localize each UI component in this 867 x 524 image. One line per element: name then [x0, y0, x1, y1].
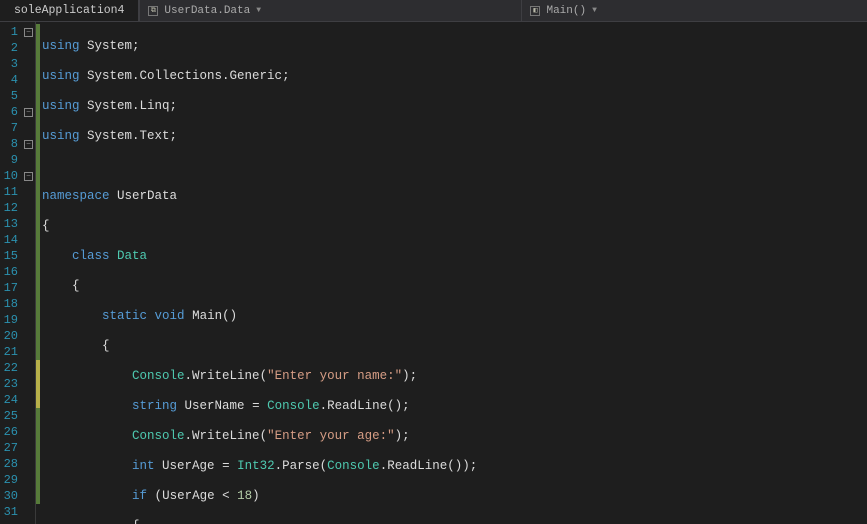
- line-number: 12: [0, 200, 18, 216]
- fold-cell[interactable]: [22, 88, 35, 104]
- nav-class-label: UserData.Data: [164, 5, 250, 17]
- fold-cell[interactable]: [22, 504, 35, 520]
- fold-cell[interactable]: −: [22, 136, 35, 152]
- code-editor[interactable]: 1234567891011121314151617181920212223242…: [0, 22, 867, 524]
- fold-cell[interactable]: [22, 440, 35, 456]
- line-number: 21: [0, 344, 18, 360]
- fold-cell[interactable]: [22, 424, 35, 440]
- fold-cell[interactable]: [22, 456, 35, 472]
- line-number: 10: [0, 168, 18, 184]
- line-number: 5: [0, 88, 18, 104]
- fold-cell[interactable]: [22, 360, 35, 376]
- fold-cell[interactable]: [22, 312, 35, 328]
- fold-cell[interactable]: [22, 472, 35, 488]
- file-tab[interactable]: soleApplication4: [0, 0, 138, 21]
- fold-cell[interactable]: [22, 296, 35, 312]
- fold-cell[interactable]: [22, 344, 35, 360]
- fold-cell[interactable]: [22, 328, 35, 344]
- line-number: 15: [0, 248, 18, 264]
- nav-method-label: Main(): [546, 5, 586, 17]
- fold-cell[interactable]: [22, 408, 35, 424]
- fold-cell[interactable]: [22, 488, 35, 504]
- fold-cell[interactable]: [22, 56, 35, 72]
- fold-cell[interactable]: [22, 120, 35, 136]
- line-number: 6: [0, 104, 18, 120]
- line-number: 19: [0, 312, 18, 328]
- nav-class-dropdown[interactable]: ⧉ UserData.Data ▼: [139, 0, 521, 21]
- fold-cell[interactable]: [22, 264, 35, 280]
- line-number: 23: [0, 376, 18, 392]
- fold-toggle-icon[interactable]: −: [24, 172, 33, 181]
- line-number: 27: [0, 440, 18, 456]
- line-number: 7: [0, 120, 18, 136]
- line-number: 8: [0, 136, 18, 152]
- line-number: 3: [0, 56, 18, 72]
- fold-cell[interactable]: [22, 184, 35, 200]
- line-number: 25: [0, 408, 18, 424]
- fold-cell[interactable]: [22, 392, 35, 408]
- chevron-down-icon: ▼: [592, 6, 597, 15]
- line-number-gutter: 1234567891011121314151617181920212223242…: [0, 22, 22, 524]
- line-number: 1: [0, 24, 18, 40]
- line-number: 2: [0, 40, 18, 56]
- fold-cell[interactable]: [22, 216, 35, 232]
- window-header: soleApplication4 ⧉ UserData.Data ▼ ◧ Mai…: [0, 0, 867, 22]
- line-number: 18: [0, 296, 18, 312]
- fold-toggle-icon[interactable]: −: [24, 140, 33, 149]
- line-number: 13: [0, 216, 18, 232]
- class-icon: ⧉: [148, 6, 158, 16]
- line-number: 11: [0, 184, 18, 200]
- method-icon: ◧: [530, 6, 540, 16]
- fold-toggle-icon[interactable]: −: [24, 108, 33, 117]
- nav-method-dropdown[interactable]: ◧ Main() ▼: [521, 0, 867, 21]
- line-number: 22: [0, 360, 18, 376]
- fold-cell[interactable]: [22, 376, 35, 392]
- fold-cell[interactable]: [22, 72, 35, 88]
- tab-label: soleApplication4: [14, 4, 124, 17]
- fold-cell[interactable]: [22, 200, 35, 216]
- line-number: 14: [0, 232, 18, 248]
- fold-cell[interactable]: [22, 280, 35, 296]
- fold-toggle-icon[interactable]: −: [24, 28, 33, 37]
- line-number: 30: [0, 488, 18, 504]
- line-number: 20: [0, 328, 18, 344]
- line-number: 17: [0, 280, 18, 296]
- line-number: 31: [0, 504, 18, 520]
- fold-cell[interactable]: [22, 248, 35, 264]
- fold-cell[interactable]: −: [22, 104, 35, 120]
- line-number: 9: [0, 152, 18, 168]
- fold-cell[interactable]: −: [22, 168, 35, 184]
- line-number: 4: [0, 72, 18, 88]
- line-number: 26: [0, 424, 18, 440]
- fold-cell[interactable]: [22, 40, 35, 56]
- fold-cell[interactable]: [22, 232, 35, 248]
- line-number: 28: [0, 456, 18, 472]
- line-number: 29: [0, 472, 18, 488]
- line-number: 24: [0, 392, 18, 408]
- fold-cell[interactable]: [22, 152, 35, 168]
- code-text-area[interactable]: using System; using System.Collections.G…: [40, 22, 867, 524]
- fold-gutter[interactable]: − − − −: [22, 22, 36, 524]
- line-number: 16: [0, 264, 18, 280]
- chevron-down-icon: ▼: [256, 6, 261, 15]
- fold-cell[interactable]: −: [22, 24, 35, 40]
